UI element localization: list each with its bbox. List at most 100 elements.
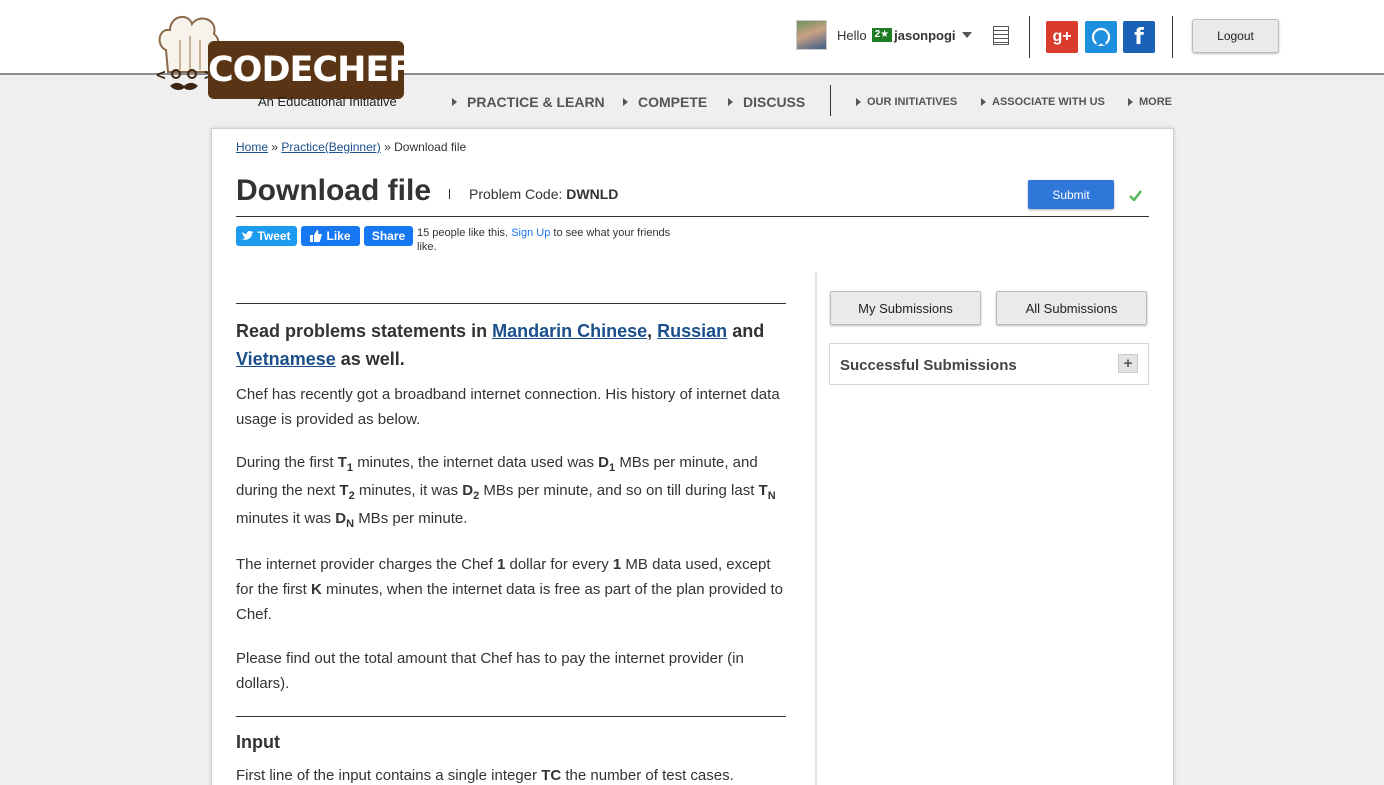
text: MBs per minute, and so on till during la… xyxy=(483,482,755,499)
input-paragraph: First line of the input contains a singl… xyxy=(236,763,786,785)
breadcrumb-practice-link[interactable]: Practice(Beginner) xyxy=(281,140,380,154)
statement-paragraph: Please find out the total amount that Ch… xyxy=(236,650,744,692)
caret-right-icon xyxy=(1128,98,1133,106)
text: During the first xyxy=(236,454,334,471)
var-D: D2 xyxy=(462,482,480,502)
caret-right-icon xyxy=(728,98,733,106)
text: MBs per minute. xyxy=(358,510,468,527)
lang-prefix: Read problems statements in xyxy=(236,321,488,341)
successful-submissions-panel: Successful Submissions + xyxy=(829,343,1149,385)
caret-right-icon xyxy=(623,98,628,106)
fb-share-button[interactable]: Share xyxy=(364,226,413,246)
nav-compete[interactable]: COMPETE xyxy=(623,94,707,110)
var-D: D1 xyxy=(598,454,616,474)
section-divider xyxy=(236,716,786,717)
fb-like-count: 15 people like this. xyxy=(417,227,509,239)
var-K: K xyxy=(311,581,322,598)
subscript: 2 xyxy=(473,490,480,502)
google-plus-icon[interactable]: g+ xyxy=(1046,21,1078,53)
var-T: T2 xyxy=(339,482,355,502)
nav-our-initiatives[interactable]: OUR INITIATIVES xyxy=(856,96,957,108)
submit-button[interactable]: Submit xyxy=(1028,180,1114,209)
tweet-button[interactable]: Tweet xyxy=(236,226,297,246)
check-icon xyxy=(1129,190,1142,201)
var-D: DN xyxy=(335,510,355,530)
text: dollar for every xyxy=(509,556,609,573)
fb-social-text: 15 people like this. Sign Up to see what… xyxy=(417,226,677,254)
title-divider xyxy=(449,189,450,199)
statement-paragraph: During the first T1 minutes, the interne… xyxy=(236,449,786,533)
greeting: Hello xyxy=(837,27,867,43)
subscript: 1 xyxy=(609,462,616,474)
subscript: N xyxy=(346,518,355,530)
nav-label: OUR INITIATIVES xyxy=(867,96,958,108)
successful-submissions-title: Successful Submissions xyxy=(840,357,1017,374)
text: T xyxy=(339,482,349,499)
problem-code: Problem Code: DWNLD xyxy=(469,186,618,202)
caret-right-icon xyxy=(981,98,986,106)
breadcrumb-home-link[interactable]: Home xyxy=(236,140,268,154)
notes-icon[interactable] xyxy=(993,26,1009,45)
github-glyph xyxy=(1091,27,1111,47)
rating-badge: 2★ xyxy=(871,28,893,42)
codechef-logo[interactable]: < > CODECHEF An Educational Initiative xyxy=(150,10,412,110)
avatar[interactable] xyxy=(796,20,827,50)
var-TC: TC xyxy=(541,767,562,784)
subscript: N xyxy=(767,490,776,502)
lang-russian-link[interactable]: Russian xyxy=(657,321,727,341)
lang-vietnamese-link[interactable]: Vietnamese xyxy=(236,349,336,369)
breadcrumb-separator: » xyxy=(384,140,391,154)
logo-wordmark: CODECHEF xyxy=(208,41,412,99)
subscript: 2 xyxy=(348,490,355,502)
chevron-down-icon[interactable] xyxy=(961,32,972,38)
language-note: Read problems statements in Mandarin Chi… xyxy=(236,317,786,373)
nav-label: DISCUSS xyxy=(743,94,806,110)
logout-button[interactable]: Logout xyxy=(1192,19,1279,53)
lang-suffix: as well. xyxy=(340,349,405,369)
nav-discuss[interactable]: DISCUSS xyxy=(728,94,805,110)
tweet-label: Tweet xyxy=(257,229,291,243)
my-submissions-button[interactable]: My Submissions xyxy=(830,291,981,325)
nav-label: PRACTICE & LEARN xyxy=(467,94,605,110)
subscript: 1 xyxy=(346,462,354,474)
var-T: TN xyxy=(759,482,776,502)
lang-and: and xyxy=(732,321,765,341)
text: The internet provider charges the Chef xyxy=(236,556,493,573)
section-divider xyxy=(236,303,786,304)
logo-tagline: An Educational Initiative xyxy=(258,94,397,109)
nav-label: COMPETE xyxy=(638,94,708,110)
header-divider xyxy=(1172,16,1173,58)
expand-icon[interactable]: + xyxy=(1118,354,1138,373)
all-submissions-button[interactable]: All Submissions xyxy=(996,291,1147,325)
text: minutes, the internet data used was xyxy=(357,454,594,471)
value-one: 1 xyxy=(612,556,622,573)
text: D xyxy=(598,454,610,471)
nav-practice-learn[interactable]: PRACTICE & LEARN xyxy=(452,94,605,110)
header-divider xyxy=(1029,16,1030,58)
username[interactable]: jasonpogi xyxy=(894,28,955,43)
var-T: T1 xyxy=(338,454,354,474)
title-divider-line xyxy=(236,216,1149,217)
fb-signup-link[interactable]: Sign Up xyxy=(511,227,550,239)
text: minutes, it was xyxy=(358,482,459,499)
problem-statement: Read problems statements in Mandarin Chi… xyxy=(236,303,786,785)
page-title: Download file xyxy=(236,174,431,207)
text: the number of test cases. xyxy=(565,767,734,784)
breadcrumb-separator: » xyxy=(271,140,279,154)
fb-like-button[interactable]: Like xyxy=(301,226,360,246)
nav-label: ASSOCIATE WITH US xyxy=(992,96,1105,108)
problem-code-label: Problem Code: xyxy=(469,186,563,202)
user-menu[interactable]: Hello 2★ jasonpogi xyxy=(796,19,972,51)
twitter-bird-icon xyxy=(242,231,255,240)
facebook-icon[interactable]: f xyxy=(1123,21,1155,53)
lang-mandarin-link[interactable]: Mandarin Chinese xyxy=(492,321,647,341)
caret-right-icon xyxy=(452,98,457,106)
statement-paragraph: The internet provider charges the Chef 1… xyxy=(236,552,786,627)
input-heading: Input xyxy=(236,732,280,752)
github-icon[interactable] xyxy=(1085,21,1117,53)
like-label: Like xyxy=(326,229,351,243)
nav-divider xyxy=(830,85,831,116)
nav-associate[interactable]: ASSOCIATE WITH US xyxy=(981,96,1105,108)
text: minutes it was xyxy=(236,510,332,527)
nav-more[interactable]: MORE xyxy=(1128,96,1172,108)
